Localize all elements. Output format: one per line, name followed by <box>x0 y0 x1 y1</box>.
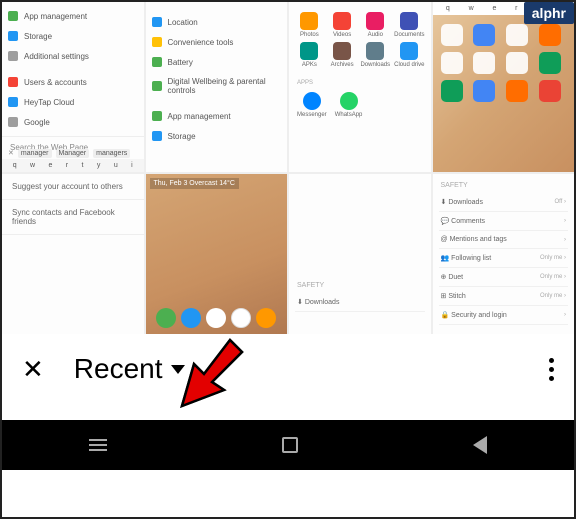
file-picker-bar: ✕ Recent <box>2 334 574 404</box>
thumb-suggestions[interactable]: Suggest your account to others Sync cont… <box>2 174 144 334</box>
keyboard-row: qwertyui <box>2 159 144 172</box>
thumb-files[interactable]: Photos Videos Audio Documents APKs Archi… <box>289 2 431 172</box>
thumbnail-grid: App management Storage Additional settin… <box>2 2 574 334</box>
thumb-wallpaper[interactable]: Thu, Feb 3 Overcast 14°C <box>146 174 288 334</box>
thumb-settings-2[interactable]: Location Convenience tools Battery Digit… <box>146 2 288 172</box>
thumb-settings-1[interactable]: App management Storage Additional settin… <box>2 2 144 172</box>
suggestion-tags: ✕ manager Manager managers <box>8 149 130 158</box>
arrow-annotation <box>172 334 252 419</box>
recent-dropdown[interactable]: Recent <box>74 353 185 385</box>
close-button[interactable]: ✕ <box>22 354 44 385</box>
browser-icon <box>206 308 226 328</box>
thumb-safety-small[interactable]: SAFETY ⬇ Downloads <box>289 174 431 334</box>
brand-badge: alphr <box>524 2 574 24</box>
watermark: www.deuaq.com <box>503 450 568 459</box>
android-nav-bar <box>2 420 574 470</box>
recents-nav-button[interactable] <box>89 439 107 451</box>
thumb-home[interactable]: qwerty <box>433 2 575 172</box>
messages-icon <box>181 308 201 328</box>
home-nav-button[interactable] <box>282 437 298 453</box>
weather-widget: Thu, Feb 3 Overcast 14°C <box>150 178 239 189</box>
thumb-safety[interactable]: SAFETY ⬇ DownloadsOff › 💬 Comments› @ Me… <box>433 174 575 334</box>
camera-icon <box>256 308 276 328</box>
overflow-menu-button[interactable] <box>549 358 554 381</box>
gmail-icon <box>231 308 251 328</box>
back-nav-button[interactable] <box>473 436 487 454</box>
phone-icon <box>156 308 176 328</box>
